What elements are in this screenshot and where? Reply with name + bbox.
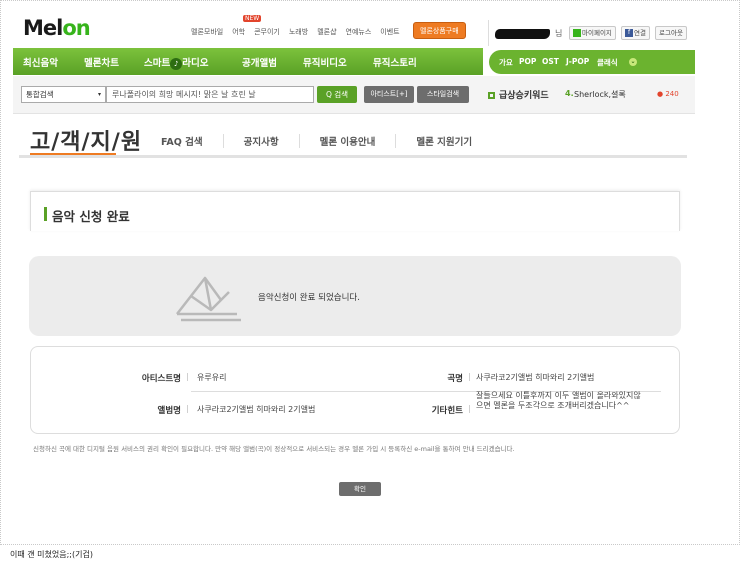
genre-ost[interactable]: OST xyxy=(542,57,559,66)
logout-button[interactable]: 로그아웃 xyxy=(655,26,687,40)
completion-panel: 음악신청이 완료 되었습니다. xyxy=(29,256,681,336)
top-link-shop[interactable]: 멜론샵 xyxy=(317,27,336,37)
artist-value: 유루유리 xyxy=(197,373,227,382)
etc-hint-label: 기타힌트 xyxy=(431,406,463,416)
melon-logo[interactable]: Melon xyxy=(23,16,91,40)
separator: | xyxy=(468,372,471,381)
menu-item-smart-radio[interactable]: 스마트 ♪ 라디오 xyxy=(144,55,208,70)
genre-kpop[interactable]: 가요 xyxy=(499,57,513,68)
section-heading: 음악 신청 완료 xyxy=(52,209,130,224)
separator: | xyxy=(186,372,189,381)
buy-product-button[interactable]: 멜론상품구매 xyxy=(413,22,466,39)
genre-pop[interactable]: POP xyxy=(519,57,536,66)
my-page-label: 마이페이지 xyxy=(582,29,612,37)
page-title: 고/객/지/원 xyxy=(30,130,143,155)
chevron-down-icon: ▾ xyxy=(97,91,101,98)
radio-icon: ♪ xyxy=(170,57,183,70)
search-type-value: 통합검색 xyxy=(26,90,54,99)
rising-keyword[interactable]: Sherlock,셜록 xyxy=(574,89,626,100)
top-link-comic[interactable]: 콘무이기 xyxy=(254,27,280,37)
logo-text-on: on xyxy=(62,16,90,40)
melon-page: Melon NEW 멜론모바일 어학 콘무이기 노래방 멜론샵 연예뉴스 이벤트… xyxy=(13,8,695,540)
genre-classic[interactable]: 클래식 xyxy=(597,57,618,68)
top-link-language[interactable]: 어학 xyxy=(232,27,245,37)
menu-item-open-album[interactable]: 공개앨범 xyxy=(242,55,277,69)
search-row: 통합검색 ▾ 루나폴라이의 희망 메시지! 맑은 날 흐린 날 Q 검색 아티스트… xyxy=(13,76,695,114)
tab-supported-devices[interactable]: 멜론 지원기기 xyxy=(396,134,492,148)
top-link-mobile[interactable]: 멜론모바일 xyxy=(191,27,223,37)
facebook-icon: f xyxy=(625,29,633,37)
facebook-label: 연결 xyxy=(634,29,646,37)
menu-item-music-video[interactable]: 뮤직비디오 xyxy=(303,55,347,69)
user-area: 님 마이페이지 f 연결 로그아웃 xyxy=(488,20,695,46)
caption-text: 이때 걘 미쳤었음;;(기겁) xyxy=(10,550,93,559)
album-value: 사쿠라코2기앨범 히마와리 2기앨범 xyxy=(197,405,316,414)
song-value: 사쿠라코2기앨범 히마와리 2기앨범 xyxy=(476,373,595,382)
rising-keyword-rank: 4. xyxy=(565,89,574,98)
redacted-username xyxy=(495,29,550,39)
tab-usage-guide[interactable]: 멜론 이용안내 xyxy=(300,134,397,148)
top-link-karaoke[interactable]: 노래방 xyxy=(289,27,308,37)
genre-jpop[interactable]: J-POP xyxy=(566,57,589,66)
completion-message: 음악신청이 완료 되었습니다. xyxy=(258,293,360,303)
main-menu: 최신음악 멜론차트 스마트 ♪ 라디오 공개앨범 뮤직비디오 뮤직스토리 xyxy=(13,48,483,75)
paper-boat-icon xyxy=(176,276,241,322)
search-input[interactable]: 루나폴라이의 희망 메시지! 맑은 날 흐린 날 xyxy=(106,86,314,103)
top-link-news[interactable]: 연예뉴스 xyxy=(346,27,372,37)
user-suffix: 님 xyxy=(555,29,563,38)
logo-text: Mel xyxy=(23,16,63,40)
support-tabs: FAQ 검색 공지사항 멜론 이용안내 멜론 지원기기 xyxy=(161,134,492,148)
menu-item-music-story[interactable]: 뮤직스토리 xyxy=(373,55,417,69)
top-bar: Melon NEW 멜론모바일 어학 콘무이기 노래방 멜론샵 연예뉴스 이벤트… xyxy=(13,8,695,48)
facebook-connect-button[interactable]: f 연결 xyxy=(621,26,650,40)
separator: | xyxy=(468,404,471,413)
rising-keyword-title: 급상승키워드 xyxy=(499,91,549,101)
confirm-button[interactable]: 확인 xyxy=(339,482,381,496)
menu-item-chart[interactable]: 멜론차트 xyxy=(84,55,119,69)
tabs-divider xyxy=(19,155,687,158)
etc-hint-value: 잘들으세요 이틀후까지 이두 앨범이 올라와있지않으면 멜론을 두조각으로 조개… xyxy=(476,391,641,410)
tab-notice[interactable]: 공지사항 xyxy=(224,134,300,148)
menu-item-latest[interactable]: 최신음악 xyxy=(23,55,58,69)
chevron-down-icon: ⌄ xyxy=(629,58,637,66)
my-page-button[interactable]: 마이페이지 xyxy=(569,26,616,40)
menu-radio-label: 라디오 xyxy=(182,58,209,69)
my-page-icon xyxy=(573,29,581,37)
album-label: 앨범명 xyxy=(157,406,181,416)
request-info-table: 아티스트명 | 유루유리 곡명 | 사쿠라코2기앨범 히마와리 2기앨범 앨범명… xyxy=(30,346,680,434)
new-badge: NEW xyxy=(243,15,262,22)
rising-keyword-count: ● 240 xyxy=(657,90,679,98)
separator: | xyxy=(186,404,189,413)
rising-keyword-icon xyxy=(488,92,495,99)
top-links: 멜론모바일 어학 콘무이기 노래방 멜론샵 연예뉴스 이벤트 xyxy=(191,27,400,37)
section-heading-box: 음악 신청 완료 xyxy=(30,191,680,231)
search-type-select[interactable]: 통합검색 ▾ xyxy=(21,86,106,103)
top-link-event[interactable]: 이벤트 xyxy=(380,27,399,37)
artist-search-button[interactable]: 아티스트[+] xyxy=(364,86,414,103)
genre-bar: 가요 POP OST J-POP 클래식 ⌄ xyxy=(489,50,695,74)
genre-more-icon[interactable]: ⌄ xyxy=(629,57,637,66)
notice-text: 신청하신 곡에 대한 디지털 음원 서비스의 권리 확인이 필요합니다. 만약 … xyxy=(33,445,515,453)
search-button[interactable]: Q 검색 xyxy=(317,86,357,103)
artist-label: 아티스트명 xyxy=(141,374,181,384)
song-label: 곡명 xyxy=(447,374,463,384)
menu-smart-label: 스마트 xyxy=(144,58,171,69)
tab-faq-search[interactable]: FAQ 검색 xyxy=(161,134,224,148)
style-search-button[interactable]: 스타일검색 xyxy=(417,86,469,103)
heading-accent-bar xyxy=(44,207,47,221)
